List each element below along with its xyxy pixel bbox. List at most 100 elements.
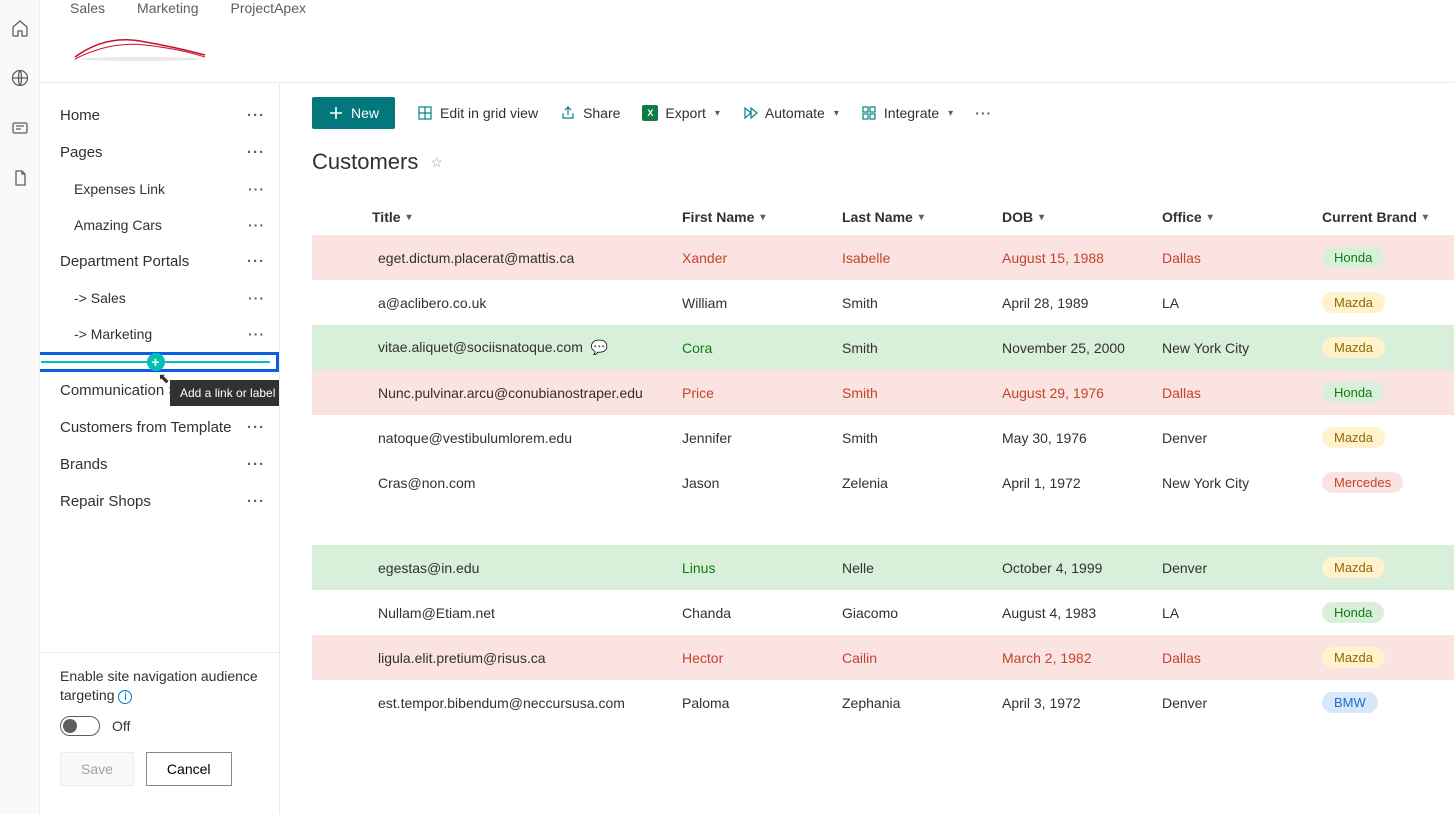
cell-last-name: Giacomo: [842, 605, 1002, 621]
more-commands[interactable]: ···: [975, 105, 992, 121]
edit-grid-button[interactable]: Edit in grid view: [417, 105, 538, 121]
integrate-button[interactable]: Integrate▾: [861, 105, 953, 121]
col-brand[interactable]: Current Brand▾: [1322, 209, 1452, 225]
cell-office: Denver: [1162, 695, 1322, 711]
hub-tab-sales[interactable]: Sales: [70, 0, 105, 16]
site-navigation: Home···Pages···Expenses Link···Amazing C…: [40, 83, 280, 814]
chevron-down-icon: ▾: [919, 212, 924, 223]
cell-dob: April 28, 1989: [1002, 295, 1162, 311]
chevron-down-icon: ▾: [1423, 212, 1428, 223]
automate-button[interactable]: Automate▾: [742, 105, 839, 121]
news-icon[interactable]: [10, 118, 30, 138]
list-content: New Edit in grid view Share X Export▾: [280, 83, 1454, 814]
table-row[interactable]: natoque@vestibulumlorem.eduJenniferSmith…: [312, 415, 1454, 460]
cell-title: natoque@vestibulumlorem.edu: [372, 430, 682, 446]
table-row[interactable]: egestas@in.eduLinusNelleOctober 4, 1999D…: [312, 545, 1454, 590]
cell-title: Nullam@Etiam.net: [372, 605, 682, 621]
cell-brand: Honda: [1322, 247, 1452, 268]
customers-table: Title▾ First Name▾ Last Name▾ DOB▾ Offic…: [312, 199, 1454, 725]
page-title: Customers: [312, 149, 418, 175]
nav-item[interactable]: Pages···: [40, 134, 279, 171]
brand-badge: Honda: [1322, 382, 1384, 403]
col-dob[interactable]: DOB▾: [1002, 209, 1162, 225]
cell-first-name: Paloma: [682, 695, 842, 711]
col-title[interactable]: Title▾: [372, 209, 682, 225]
cell-office: LA: [1162, 295, 1322, 311]
table-row[interactable]: eget.dictum.placerat@mattis.caXanderIsab…: [312, 235, 1454, 280]
nav-item[interactable]: Expenses Link···: [40, 171, 279, 207]
nav-item-menu[interactable]: ···: [248, 290, 265, 306]
nav-item-menu[interactable]: ···: [248, 217, 265, 233]
export-button[interactable]: X Export▾: [642, 105, 720, 121]
nav-item[interactable]: Brands ···: [40, 446, 279, 483]
cell-dob: April 3, 1972: [1002, 695, 1162, 711]
cell-office: New York City: [1162, 340, 1322, 356]
audience-toggle[interactable]: [60, 716, 100, 736]
nav-item-label: Department Portals: [60, 253, 189, 270]
col-lastname[interactable]: Last Name▾: [842, 209, 1002, 225]
table-row[interactable]: [312, 505, 1454, 545]
table-row[interactable]: Nunc.pulvinar.arcu@conubianostraper.eduP…: [312, 370, 1454, 415]
cursor-icon: ⬉: [158, 370, 170, 387]
cell-brand: Honda: [1322, 602, 1452, 623]
nav-item[interactable]: -> Sales···: [40, 280, 279, 316]
nav-item[interactable]: Repair Shops···: [40, 483, 279, 520]
nav-item[interactable]: Customers from Template···: [40, 409, 279, 446]
globe-icon[interactable]: [10, 68, 30, 88]
cell-brand: Mazda: [1322, 647, 1452, 668]
cell-first-name: Linus: [682, 560, 842, 576]
table-row[interactable]: Cras@non.comJasonZeleniaApril 1, 1972New…: [312, 460, 1454, 505]
cell-brand: Mazda: [1322, 337, 1452, 358]
cell-brand: Mercedes: [1322, 472, 1452, 493]
cancel-button[interactable]: Cancel: [146, 752, 232, 786]
hub-tab-projectapex[interactable]: ProjectApex: [231, 0, 306, 16]
cell-title: Cras@non.com: [372, 475, 682, 491]
table-row[interactable]: est.tempor.bibendum@neccursusa.comPaloma…: [312, 680, 1454, 725]
chevron-down-icon: ▾: [1039, 212, 1044, 223]
site-logo[interactable]: [70, 20, 210, 74]
nav-item-menu[interactable]: ···: [247, 253, 265, 270]
col-firstname[interactable]: First Name▾: [682, 209, 842, 225]
table-row[interactable]: vitae.aliquet@sociisnatoque.com 💬CoraSmi…: [312, 325, 1454, 370]
files-icon[interactable]: [10, 168, 30, 188]
nav-item-menu[interactable]: ···: [247, 419, 265, 436]
new-button[interactable]: New: [312, 97, 395, 129]
brand-badge: Honda: [1322, 602, 1384, 623]
nav-item-menu[interactable]: ···: [247, 107, 265, 124]
nav-insert-zone[interactable]: +⬉Add a link or label to navigation: [50, 352, 269, 372]
nav-item[interactable]: Home···: [40, 97, 279, 134]
cell-first-name: William: [682, 295, 842, 311]
cell-office: Denver: [1162, 560, 1322, 576]
nav-item[interactable]: -> Marketing ···: [40, 316, 279, 352]
nav-item-menu[interactable]: ···: [248, 326, 265, 342]
table-row[interactable]: ligula.elit.pretium@risus.caHectorCailin…: [312, 635, 1454, 680]
home-icon[interactable]: [10, 18, 30, 38]
hub-tabs: Sales Marketing ProjectApex: [70, 0, 1424, 16]
chevron-down-icon: ▾: [760, 212, 765, 223]
nav-item[interactable]: Amazing Cars ···: [40, 207, 279, 243]
cell-office: LA: [1162, 605, 1322, 621]
chevron-down-icon: ▾: [715, 108, 720, 119]
favorite-star-icon[interactable]: ☆: [430, 154, 443, 171]
table-row[interactable]: Nullam@Etiam.netChandaGiacomoAugust 4, 1…: [312, 590, 1454, 635]
share-button[interactable]: Share: [560, 105, 620, 121]
nav-item[interactable]: Department Portals ···: [40, 243, 279, 280]
cell-title: a@aclibero.co.uk: [372, 295, 682, 311]
cell-dob: March 2, 1982: [1002, 650, 1162, 666]
info-icon[interactable]: i: [118, 690, 132, 704]
comment-icon[interactable]: 💬: [591, 339, 608, 355]
chevron-down-icon: ▾: [948, 108, 953, 119]
table-row[interactable]: a@aclibero.co.ukWilliamSmithApril 28, 19…: [312, 280, 1454, 325]
nav-item-menu[interactable]: ···: [247, 144, 265, 161]
nav-item-menu[interactable]: ···: [247, 493, 265, 510]
hub-tab-marketing[interactable]: Marketing: [137, 0, 198, 16]
nav-item-menu[interactable]: ···: [248, 181, 265, 197]
nav-item-label: Amazing Cars: [74, 217, 162, 233]
nav-item-menu[interactable]: ···: [247, 456, 265, 473]
nav-item-label: Brands: [60, 456, 108, 473]
col-office[interactable]: Office▾: [1162, 209, 1322, 225]
toggle-state: Off: [112, 718, 130, 734]
plus-icon: +: [147, 353, 165, 371]
nav-item-label: -> Marketing: [74, 326, 152, 342]
brand-badge: Mazda: [1322, 427, 1385, 448]
